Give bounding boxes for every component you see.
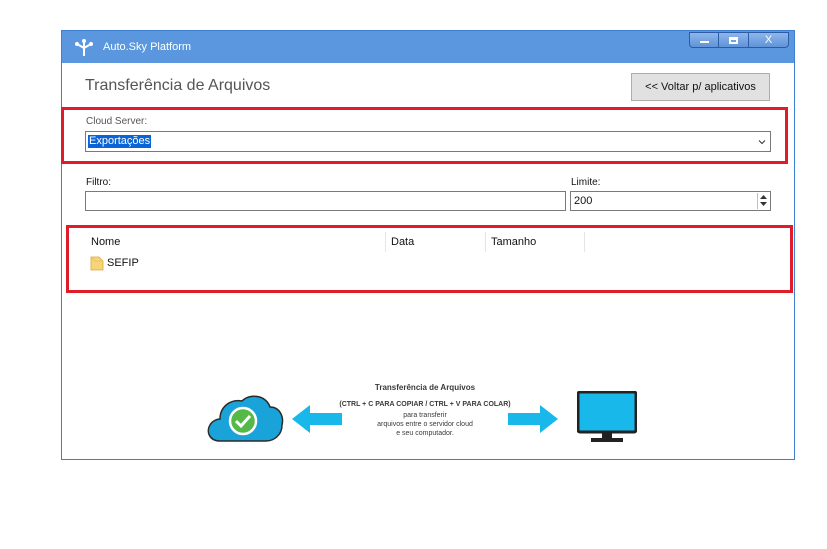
cloud-server-select[interactable]: Exportações bbox=[85, 131, 771, 152]
banner-shortcut: (CTRL + C PARA COPIAR / CTRL + V PARA CO… bbox=[339, 401, 511, 408]
spin-down-button[interactable] bbox=[758, 201, 769, 209]
minimize-icon bbox=[699, 41, 709, 43]
banner-line: arquivos entre o servidor cloud bbox=[377, 421, 473, 428]
chevron-down-icon bbox=[758, 140, 766, 145]
page-title: Transferência de Arquivos bbox=[85, 77, 271, 94]
list-item[interactable]: SEFIP bbox=[90, 255, 210, 271]
title-bar[interactable]: Auto.Sky Platform X bbox=[62, 31, 794, 63]
cloud-server-label: Cloud Server: bbox=[86, 116, 148, 127]
folder-icon bbox=[90, 256, 104, 271]
back-to-apps-button[interactable]: << Voltar p/ aplicativos bbox=[631, 73, 770, 101]
limite-value: 200 bbox=[574, 195, 593, 207]
column-header-data[interactable]: Data bbox=[391, 236, 414, 248]
app-window: Auto.Sky Platform X Transferência de Arq… bbox=[61, 30, 795, 460]
cloud-server-selected-value: Exportações bbox=[88, 135, 152, 148]
column-separator[interactable] bbox=[385, 232, 386, 252]
column-header-tamanho[interactable]: Tamanho bbox=[491, 236, 536, 248]
cloud-check-icon bbox=[207, 395, 284, 442]
banner-title: Transferência de Arquivos bbox=[374, 383, 476, 392]
filtro-input[interactable] bbox=[85, 191, 566, 211]
app-logo-icon bbox=[75, 39, 93, 56]
close-icon: X bbox=[764, 33, 773, 46]
column-separator[interactable] bbox=[485, 232, 486, 252]
limite-stepper[interactable]: 200 bbox=[570, 191, 771, 211]
close-button[interactable]: X bbox=[749, 32, 789, 48]
banner-text: para transferir arquivos entre o servido… bbox=[332, 411, 518, 438]
file-name: SEFIP bbox=[107, 257, 139, 269]
app-title: Auto.Sky Platform bbox=[103, 41, 192, 53]
maximize-icon bbox=[729, 36, 738, 44]
monitor-icon bbox=[577, 391, 637, 442]
maximize-button[interactable] bbox=[719, 32, 749, 48]
banner-line: e seu computador. bbox=[396, 430, 454, 437]
limite-spin-buttons[interactable] bbox=[757, 193, 769, 209]
banner-line: para transferir bbox=[403, 412, 447, 419]
column-header-nome[interactable]: Nome bbox=[91, 236, 120, 248]
limite-label: Limite: bbox=[571, 177, 601, 188]
minimize-button[interactable] bbox=[689, 32, 719, 48]
spin-up-button[interactable] bbox=[758, 193, 769, 201]
column-separator[interactable] bbox=[584, 232, 585, 252]
filtro-label: Filtro: bbox=[86, 177, 111, 188]
spin-up-icon bbox=[760, 195, 767, 199]
spin-down-icon bbox=[760, 202, 767, 206]
